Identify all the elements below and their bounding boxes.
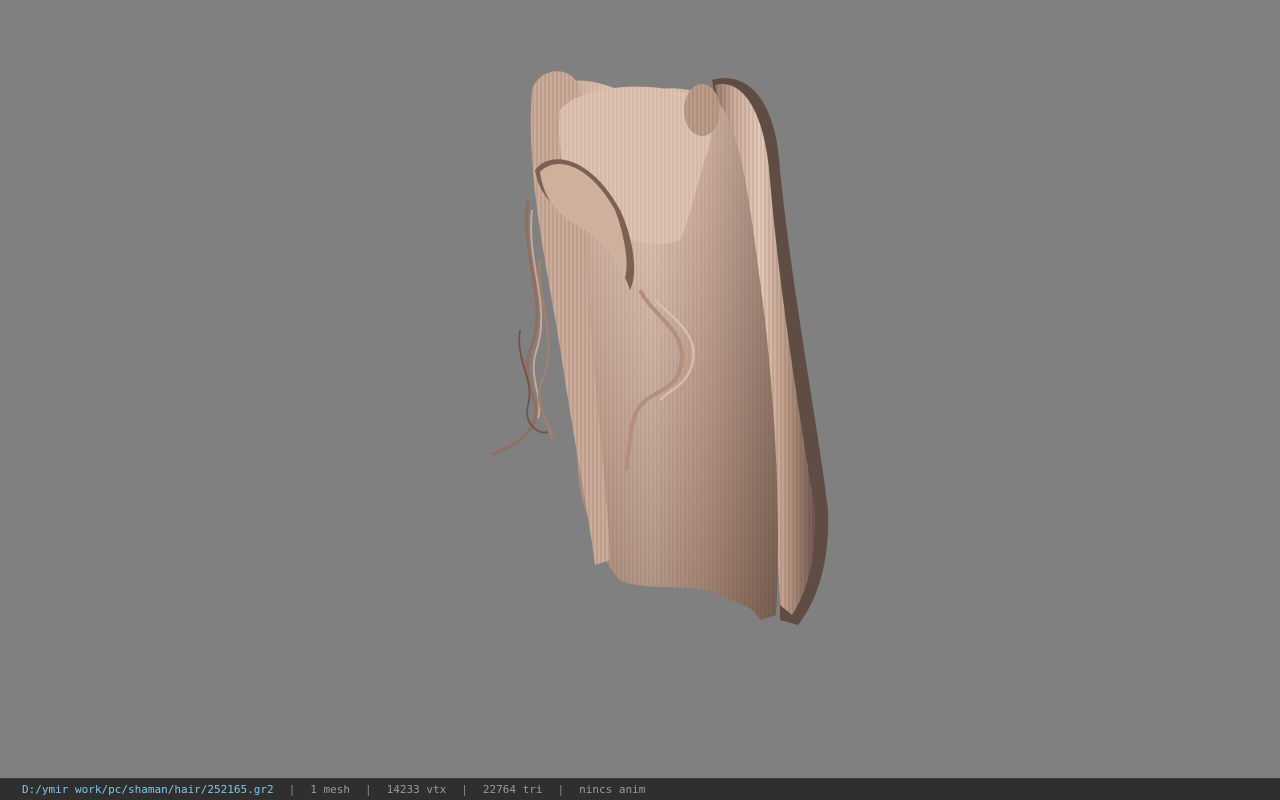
- animation-status: nincs anim: [579, 783, 646, 796]
- status-separator: |: [461, 783, 468, 796]
- status-bar: D:/ymir work/pc/shaman/hair/252165.gr2 |…: [0, 778, 1280, 800]
- triangle-count: 22764 tri: [482, 783, 543, 796]
- status-separator: |: [288, 783, 296, 796]
- status-separator: |: [557, 783, 565, 796]
- file-path: D:/ymir work/pc/shaman/hair/252165.gr2: [22, 783, 274, 796]
- 3d-viewport[interactable]: [0, 0, 1280, 778]
- status-separator: |: [365, 783, 372, 796]
- vertex-count: 14233 vtx: [386, 783, 447, 796]
- hair-model: [491, 71, 829, 625]
- mesh-count: 1 mesh: [310, 783, 351, 796]
